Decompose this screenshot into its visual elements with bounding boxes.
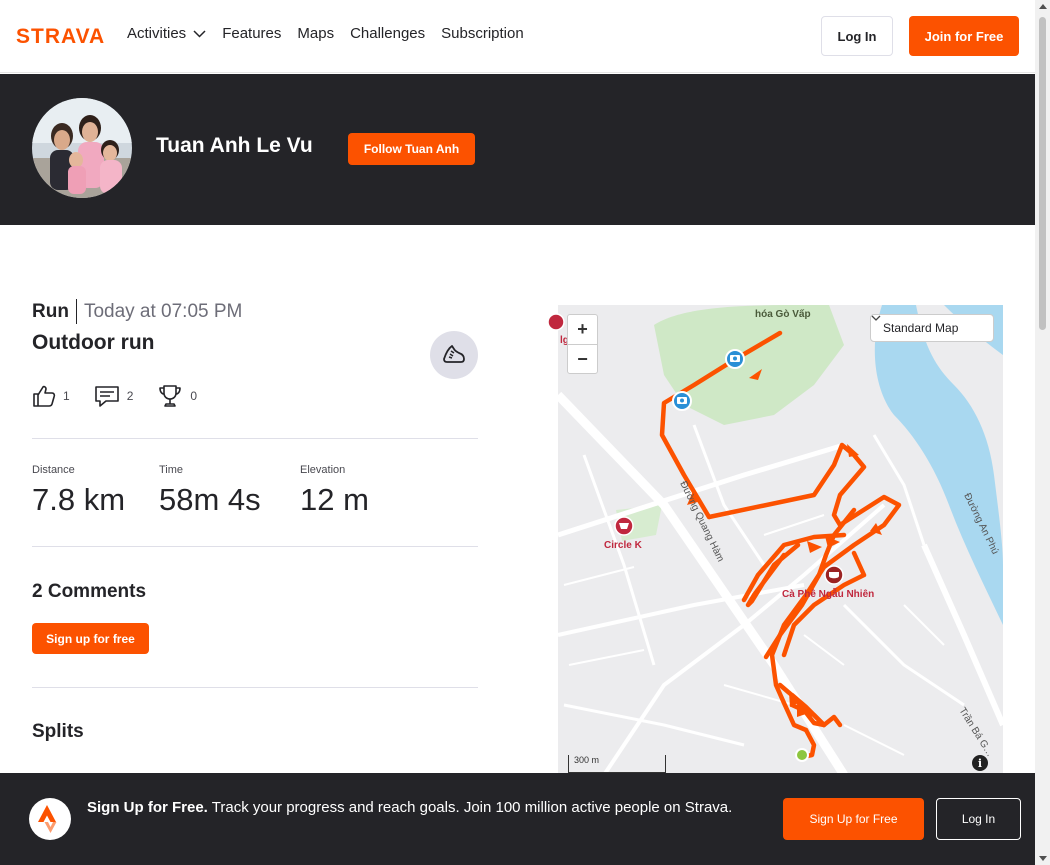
- stat-time: Time 58m 4s: [159, 464, 300, 518]
- page-scrollbar[interactable]: [1035, 0, 1050, 865]
- nav-item-label: Activities: [127, 25, 187, 42]
- zoom-out-button[interactable]: −: [568, 344, 597, 373]
- nav-item-label: Challenges: [350, 25, 426, 42]
- divider: [32, 546, 478, 547]
- poi-icon[interactable]: [547, 313, 565, 331]
- map-scale: 300 m: [568, 755, 666, 773]
- nav-menu: Activities Features Maps Challenges Subs…: [127, 25, 524, 42]
- nav-item-subscription[interactable]: Subscription: [441, 25, 524, 42]
- social-stats: 1 2 0: [32, 383, 197, 409]
- shoe-icon: [443, 345, 465, 363]
- splits-title: Splits: [32, 721, 84, 742]
- achievement-value: 0: [190, 389, 198, 403]
- thumbs-up-icon: [33, 385, 56, 407]
- map-style-select[interactable]: Standard Map: [870, 314, 994, 342]
- activity-title: Outdoor run: [32, 331, 155, 354]
- stat-label: Elevation: [300, 464, 346, 476]
- banner-message: Sign Up for Free. Track your progress an…: [87, 797, 767, 819]
- strava-chevron-icon: [38, 805, 57, 833]
- comments-title: 2 Comments: [32, 581, 147, 602]
- comment-icon: [94, 386, 119, 407]
- nav-item-features[interactable]: Features: [222, 25, 281, 42]
- zoom-control: + −: [567, 314, 598, 374]
- athlete-name[interactable]: Tuan Anh Le Vu: [156, 134, 313, 158]
- nav-item-label: Subscription: [441, 25, 524, 42]
- stat-label: Distance: [32, 464, 75, 476]
- strava-mark-icon: [29, 798, 71, 840]
- banner-headline: Sign Up for Free.: [87, 799, 208, 816]
- divider: [32, 438, 478, 439]
- kudos-count[interactable]: 1: [32, 384, 70, 408]
- activity-stats: Distance 7.8 km Time 58m 4s Elevation 12…: [32, 464, 420, 518]
- login-button[interactable]: Log In: [821, 16, 893, 56]
- map-label-district: hóa Gò Vấp: [755, 308, 811, 320]
- banner-login-button[interactable]: Log In: [936, 798, 1021, 840]
- nav-item-maps[interactable]: Maps: [297, 25, 334, 42]
- info-icon[interactable]: i: [972, 755, 988, 771]
- nav-item-label: Maps: [297, 25, 335, 42]
- photo-pin[interactable]: [672, 391, 692, 411]
- avatar-photo: [32, 98, 132, 198]
- comment-value: 2: [126, 389, 134, 403]
- nav-item-activities[interactable]: Activities: [127, 25, 206, 42]
- map-canvas[interactable]: hóa Gò Vấp lgo…ic Circle K Cà Phê Ngẫu N…: [544, 305, 1003, 775]
- zoom-in-button[interactable]: +: [568, 315, 597, 344]
- separator: [75, 299, 77, 324]
- stat-value: 12 m: [300, 482, 369, 517]
- scroll-down-arrow-icon[interactable]: [1039, 856, 1047, 861]
- chevron-down-icon: [193, 29, 206, 38]
- athlete-header: Tuan Anh Le Vu Follow Tuan Anh: [0, 74, 1035, 225]
- activity-type: Run: [32, 300, 69, 322]
- divider: [32, 687, 478, 688]
- page: STRAVA Activities Features Maps Challeng…: [0, 0, 1050, 865]
- map-style-label: Standard Map: [883, 321, 959, 335]
- signup-banner: Sign Up for Free. Track your progress an…: [0, 773, 1035, 865]
- scroll-up-arrow-icon[interactable]: [1039, 4, 1047, 9]
- athlete-avatar[interactable]: [32, 98, 132, 198]
- activity-header: Run Today at 07:05 PM: [32, 299, 242, 324]
- comment-count[interactable]: 2: [94, 384, 134, 408]
- banner-signup-button[interactable]: Sign Up for Free: [783, 798, 924, 840]
- cafe-poi-icon[interactable]: [824, 565, 844, 585]
- route-map[interactable]: hóa Gò Vấp lgo…ic Circle K Cà Phê Ngẫu N…: [544, 305, 1003, 775]
- svg-text:STRAVA: STRAVA: [16, 26, 105, 46]
- nav-item-challenges[interactable]: Challenges: [350, 25, 425, 42]
- join-button[interactable]: Join for Free: [909, 16, 1019, 56]
- photo-pin[interactable]: [725, 349, 745, 369]
- start-marker[interactable]: [795, 748, 809, 762]
- stat-value: 7.8 km: [32, 482, 126, 517]
- map-label-store: Circle K: [604, 540, 643, 551]
- follow-button[interactable]: Follow Tuan Anh: [348, 133, 475, 165]
- stat-distance: Distance 7.8 km: [32, 464, 159, 518]
- store-poi-icon[interactable]: [614, 516, 634, 536]
- trophy-icon: [159, 385, 182, 407]
- stat-elevation: Elevation 12 m: [300, 464, 420, 518]
- stat-label: Time: [159, 464, 184, 476]
- map-label-cafe: Cà Phê Ngẫu Nhiên: [782, 587, 874, 600]
- achievement-count[interactable]: 0: [157, 383, 197, 409]
- banner-body: Track your progress and reach goals. Joi…: [211, 799, 733, 816]
- nav-item-label: Features: [222, 25, 282, 42]
- signup-button[interactable]: Sign up for free: [32, 623, 149, 654]
- kudos-value: 1: [63, 389, 70, 403]
- stat-value: 58m 4s: [159, 482, 261, 517]
- top-nav: STRAVA Activities Features Maps Challeng…: [0, 0, 1035, 73]
- strava-logo[interactable]: STRAVA: [16, 26, 112, 46]
- gear-shoe-button[interactable]: [430, 331, 478, 379]
- chevron-down-icon: [871, 315, 881, 321]
- scroll-thumb[interactable]: [1039, 17, 1046, 330]
- activity-date: Today at 07:05 PM: [83, 300, 243, 322]
